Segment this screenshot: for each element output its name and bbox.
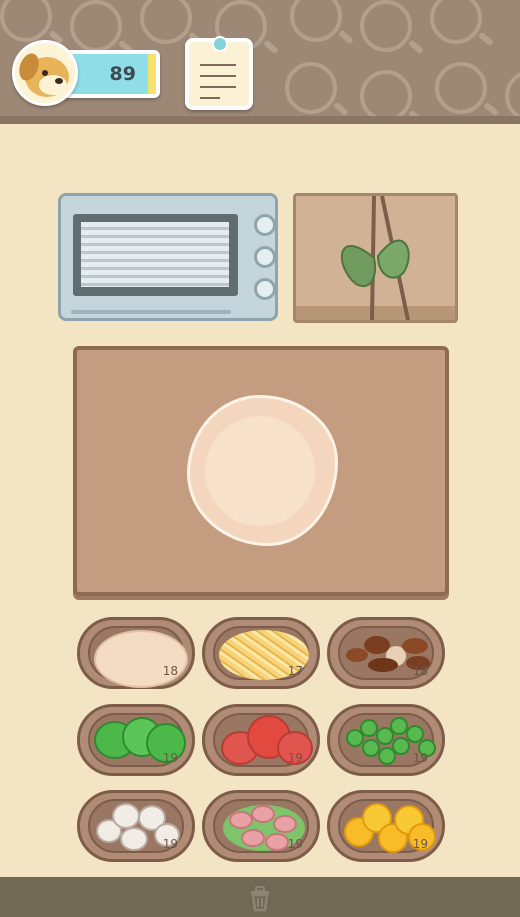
cheese-count: 17 [287, 664, 303, 678]
pan-pattern-icon [140, 0, 192, 44]
ingredient-bowl-mushroom-sauce[interactable]: 18 [327, 617, 445, 689]
cutting-board[interactable] [73, 346, 449, 596]
ingredient-bowl-cheese[interactable]: 17 [202, 617, 320, 689]
oven-knob-icon [254, 214, 276, 236]
ham-count: 19 [287, 837, 303, 851]
peppers-count: 19 [162, 751, 178, 765]
ingredient-bowl-dough[interactable]: 18 [77, 617, 195, 689]
corn-count: 19 [412, 837, 428, 851]
oven-icon[interactable] [58, 193, 278, 321]
mushroom-sauce-count: 18 [412, 664, 428, 678]
mushrooms-count: 19 [162, 837, 178, 851]
wall-shelf [0, 116, 520, 124]
trash-icon[interactable] [246, 884, 274, 912]
pizza-dough[interactable] [187, 395, 338, 546]
pan-pattern-icon [285, 62, 337, 114]
pan-pattern-icon [435, 62, 487, 114]
pan-pattern-icon [430, 0, 482, 44]
pan-pattern-icon [505, 70, 520, 120]
ingredient-bowl-ham[interactable]: 19 [202, 790, 320, 862]
oven-window [73, 214, 238, 296]
pan-pattern-icon [290, 0, 342, 42]
ingredient-bowl-peas[interactable]: 19 [327, 704, 445, 776]
ingredient-bowl-tomato[interactable]: 19 [202, 704, 320, 776]
ingredient-bowl-peppers[interactable]: 19 [77, 704, 195, 776]
peas-count: 19 [412, 751, 428, 765]
herb-basket-icon[interactable] [293, 193, 458, 323]
player-panel: 89 [12, 40, 160, 106]
tomato-count: 19 [287, 751, 303, 765]
oven-knob-icon [254, 278, 276, 300]
pan-pattern-icon [0, 0, 52, 42]
order-notes-icon[interactable] [185, 36, 253, 110]
oven-knob-icon [254, 246, 276, 268]
dog-face-icon[interactable] [12, 40, 78, 106]
ingredient-bowl-mushrooms[interactable]: 19 [77, 790, 195, 862]
pan-pattern-icon [360, 70, 412, 120]
pan-pattern-icon [360, 0, 412, 52]
ingredient-bowl-corn[interactable]: 19 [327, 790, 445, 862]
dough-count: 18 [162, 664, 178, 678]
